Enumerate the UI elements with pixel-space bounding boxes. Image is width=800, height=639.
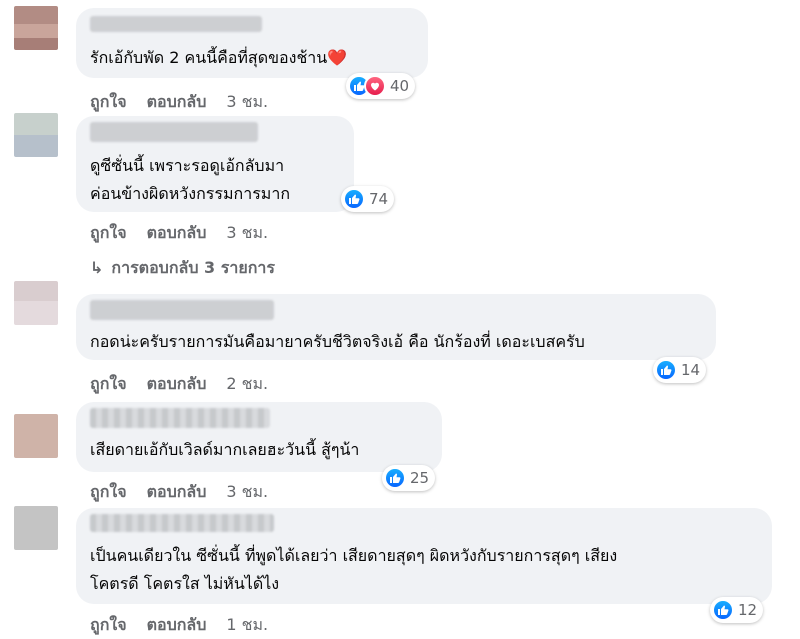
reaction-count: 40 (390, 77, 410, 95)
avatar[interactable] (14, 6, 58, 50)
comment-actions: ถูกใจ ตอบกลับ 3 ชม. (90, 221, 268, 246)
commenter-name-redacted[interactable] (90, 408, 270, 428)
comment-bubble: เสียดายเอ้กับเวิลด์มากเลยฮะวันนี้ สู้ๆน้… (76, 402, 442, 472)
like-icon (712, 599, 734, 621)
comment-bubble: กอดน่ะครับรายการมันคือมายาครับชีวิตจริงเ… (76, 294, 716, 360)
comment-bubble: ดูซีซั่นนี้ เพราะรอดูเอ้กลับมา ค่อนข้างผ… (76, 116, 354, 212)
comment-timestamp[interactable]: 1 ชม. (226, 613, 268, 638)
like-button[interactable]: ถูกใจ (90, 613, 127, 638)
reply-button[interactable]: ตอบกลับ (147, 613, 207, 638)
reply-button[interactable]: ตอบกลับ (147, 480, 207, 505)
comment-text: รักเอ้กับพัด 2 คนนี้คือที่สุดของช้าน❤️ (90, 48, 348, 67)
like-button[interactable]: ถูกใจ (90, 480, 127, 505)
comment-timestamp[interactable]: 3 ชม. (226, 221, 268, 246)
comment-text: เป็นคนเดียวใน ซีซั่นนี้ ที่พูดได้เลยว่า … (90, 546, 618, 565)
reaction-summary[interactable]: 14 (653, 357, 707, 383)
view-replies-label: การตอบกลับ 3 รายการ (111, 258, 275, 277)
comment-text: โคตรดี โคตรใส ไม่หันได้ไง (90, 574, 280, 593)
commenter-name-redacted[interactable] (90, 514, 274, 532)
avatar[interactable] (14, 113, 58, 157)
reaction-summary[interactable]: 25 (382, 465, 436, 491)
like-icon (343, 188, 365, 210)
reaction-count: 74 (369, 190, 389, 208)
comment-actions: ถูกใจ ตอบกลับ 2 ชม. (90, 372, 268, 397)
avatar[interactable] (14, 506, 58, 550)
like-icon (655, 359, 677, 381)
commenter-name-redacted[interactable] (90, 300, 274, 320)
comment-bubble: เป็นคนเดียวใน ซีซั่นนี้ ที่พูดได้เลยว่า … (76, 508, 772, 604)
reply-button[interactable]: ตอบกลับ (147, 90, 207, 115)
reaction-summary[interactable]: 40 (346, 73, 416, 99)
view-replies-link[interactable]: ↳ การตอบกลับ 3 รายการ (90, 256, 283, 281)
reaction-summary[interactable]: 12 (710, 597, 764, 623)
comment-text: ค่อนข้างผิดหวังกรรมการมาก (90, 184, 290, 203)
like-icon (384, 467, 406, 489)
like-button[interactable]: ถูกใจ (90, 221, 127, 246)
reply-button[interactable]: ตอบกลับ (147, 221, 207, 246)
comment-text: กอดน่ะครับรายการมันคือมายาครับชีวิตจริงเ… (90, 332, 585, 351)
love-icon (364, 75, 386, 97)
like-button[interactable]: ถูกใจ (90, 90, 127, 115)
comment-actions: ถูกใจ ตอบกลับ 1 ชม. (90, 613, 268, 638)
avatar[interactable] (14, 414, 58, 458)
reply-arrow-icon: ↳ (90, 258, 104, 277)
comment-text: เสียดายเอ้กับเวิลด์มากเลยฮะวันนี้ สู้ๆน้… (90, 440, 360, 459)
comment-actions: ถูกใจ ตอบกลับ 3 ชม. (90, 480, 268, 505)
like-button[interactable]: ถูกใจ (90, 372, 127, 397)
reaction-count: 25 (410, 469, 430, 487)
avatar[interactable] (14, 281, 58, 325)
commenter-name-redacted[interactable] (90, 16, 262, 32)
reaction-count: 14 (681, 361, 701, 379)
reaction-count: 12 (738, 601, 758, 619)
comment-text: ดูซีซั่นนี้ เพราะรอดูเอ้กลับมา (90, 156, 285, 175)
reaction-summary[interactable]: 74 (341, 186, 395, 212)
comment-timestamp[interactable]: 3 ชม. (226, 480, 268, 505)
comment-actions: ถูกใจ ตอบกลับ 3 ชม. (90, 90, 268, 115)
comment-timestamp[interactable]: 2 ชม. (226, 372, 268, 397)
reply-button[interactable]: ตอบกลับ (147, 372, 207, 397)
comment-bubble: รักเอ้กับพัด 2 คนนี้คือที่สุดของช้าน❤️ (76, 8, 428, 78)
comment-timestamp[interactable]: 3 ชม. (226, 90, 268, 115)
commenter-name-redacted[interactable] (90, 122, 258, 142)
